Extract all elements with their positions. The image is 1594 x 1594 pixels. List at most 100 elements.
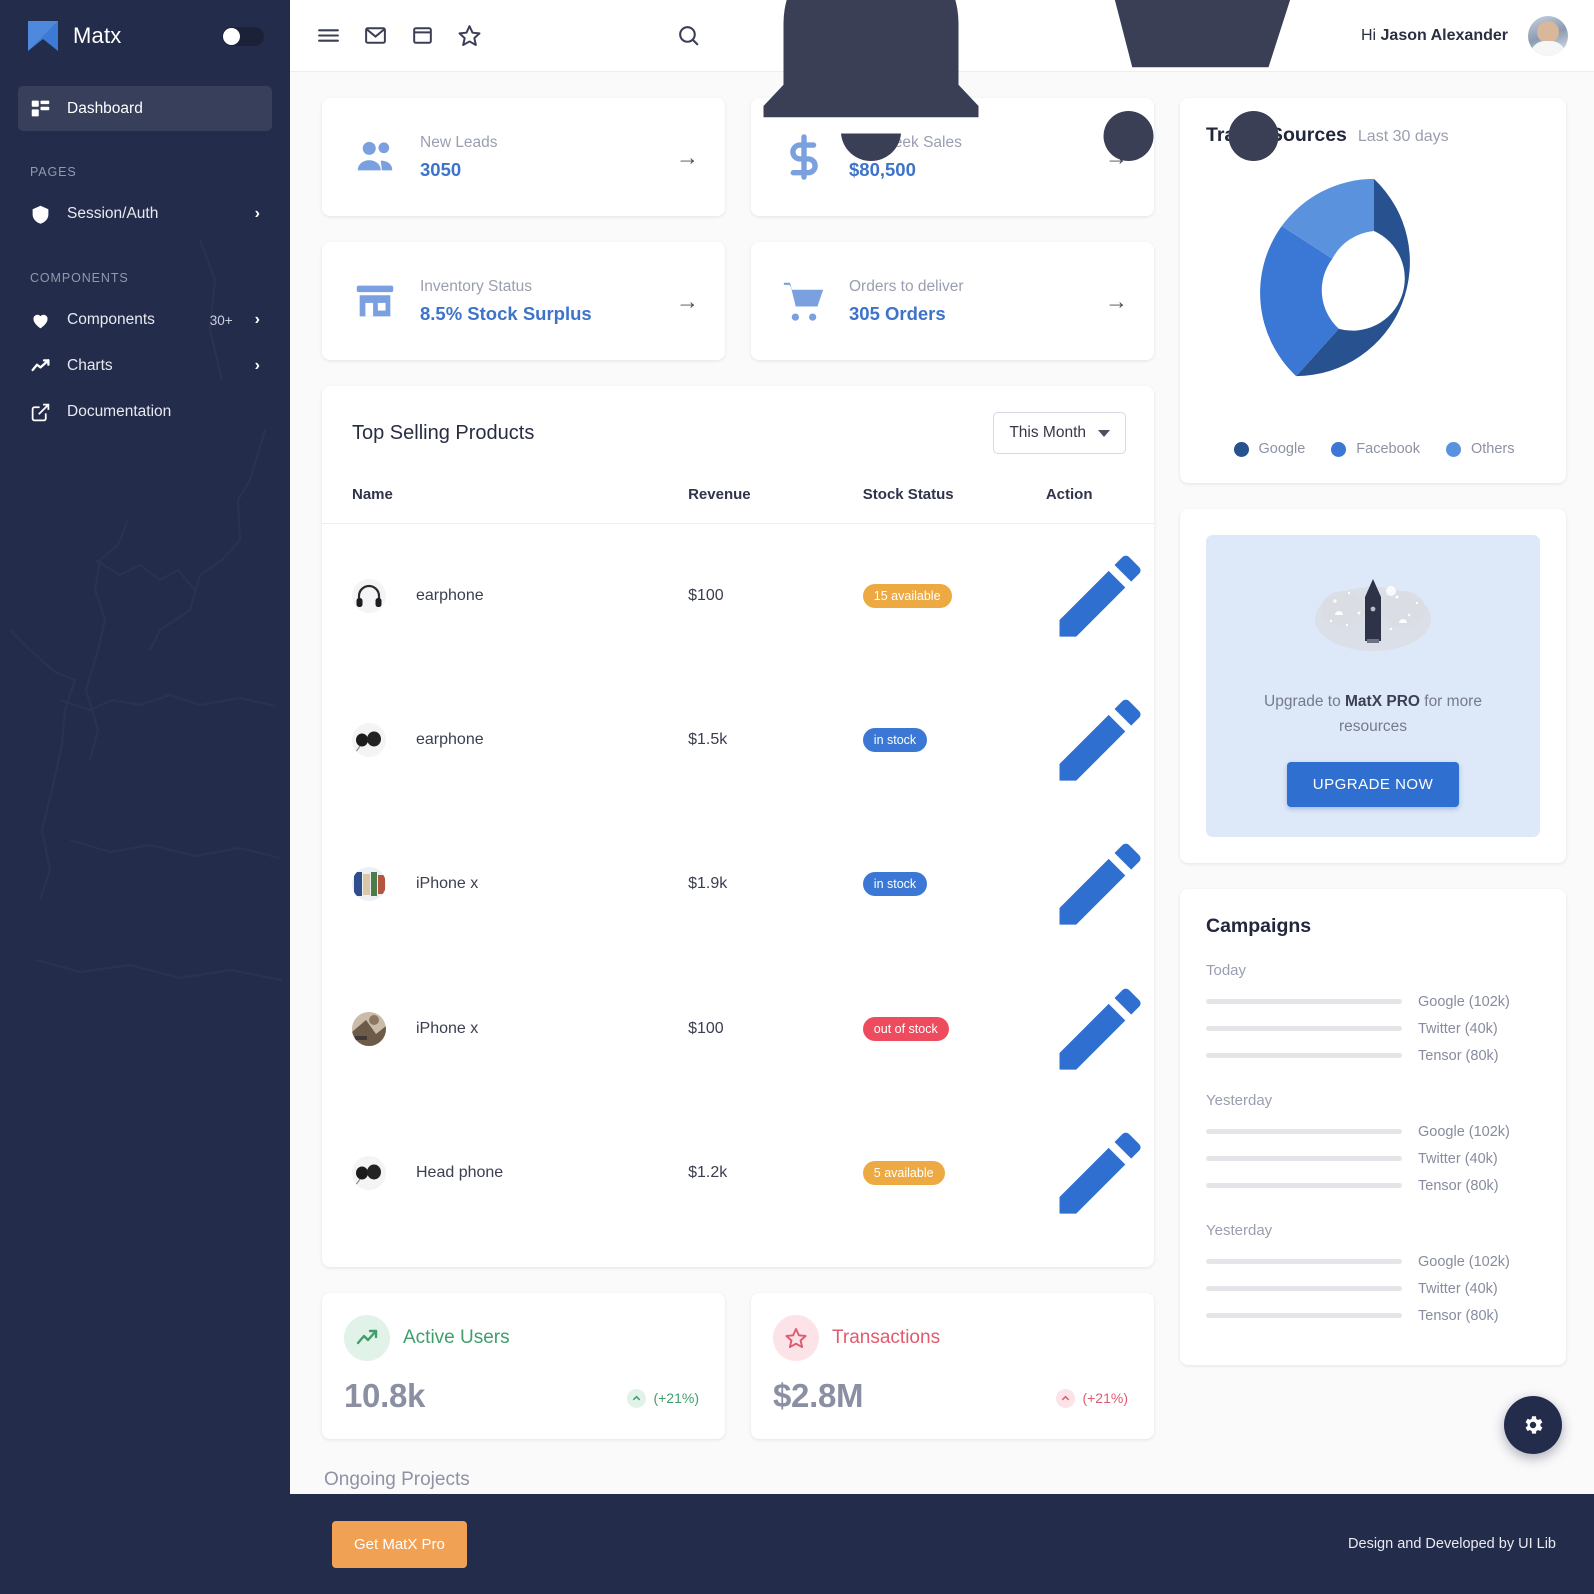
sidebar-item-documentation-label: Documentation [67, 403, 172, 420]
people-icon [352, 134, 398, 180]
column-header-revenue: Revenue [688, 486, 863, 524]
upgrade-now-button[interactable]: UPGRADE NOW [1286, 761, 1460, 807]
shopping-cart-icon [781, 278, 827, 324]
table-row: iPhone x $100 out of stock [322, 957, 1154, 1101]
mini-stats-grid: Active Users 10.8k (+21%) Transactions $… [322, 1292, 1154, 1439]
sidebar-item-documentation[interactable]: Documentation [0, 389, 290, 435]
stat-card-inventory-status[interactable]: Inventory Status 8.5% Stock Surplus → [322, 242, 725, 360]
legend-item-others: Others [1445, 441, 1514, 457]
campaign-bar-label: Twitter (40k) [1418, 1020, 1498, 1037]
status-badge: in stock [862, 872, 928, 897]
arrow-right-icon[interactable]: → [1105, 289, 1128, 313]
stat-label: New Leads [420, 133, 498, 151]
transactions-title: Transactions [832, 1326, 941, 1348]
progress-track [1206, 1286, 1402, 1292]
chevron-down-icon [1098, 429, 1110, 437]
product-name: iPhone x [416, 1019, 479, 1037]
progress-track [1206, 1129, 1402, 1135]
product-revenue: $1.5k [688, 731, 728, 749]
transactions-card: Transactions $2.8M (+21%) [751, 1292, 1154, 1439]
progress-track [1206, 1156, 1402, 1162]
edit-icon[interactable] [1046, 975, 1154, 1083]
table-row: iPhone x $1.9k in stock [322, 812, 1154, 956]
ongoing-projects-title: Ongoing Projects [324, 1468, 470, 1490]
cart-button[interactable]: 4 [1041, 0, 1341, 186]
campaign-bar-row: Twitter (40k) [1206, 1151, 1540, 1167]
campaign-bar-label: Tensor (80k) [1418, 1177, 1499, 1194]
avatar[interactable] [1528, 15, 1568, 56]
progress-track [1206, 1183, 1402, 1189]
campaign-group-label: Yesterday [1206, 1221, 1273, 1239]
edit-icon[interactable] [1046, 830, 1154, 938]
earbuds-icon [353, 1164, 381, 1187]
stat-card-orders-to-deliver[interactable]: Orders to deliver 305 Orders → [751, 242, 1154, 360]
notifications-button[interactable]: 3 [721, 0, 1021, 186]
chevron-right-icon: › [254, 205, 260, 222]
search-icon[interactable] [676, 23, 701, 48]
get-matx-pro-button[interactable]: Get MatX Pro [332, 1520, 467, 1568]
table-row: Head phone $1.2k 5 available [322, 1101, 1154, 1245]
arrow-up-icon [1056, 1388, 1076, 1408]
table-row: earphone $1.5k in stock [322, 668, 1154, 812]
edit-icon[interactable] [1046, 1119, 1154, 1227]
star-icon[interactable] [457, 23, 482, 48]
sidebar-item-charts-label: Charts [67, 357, 113, 374]
promo-text: Upgrade to MatX PRO for more resources [1232, 690, 1514, 740]
sidebar-item-components-label: Components [67, 311, 155, 328]
campaign-group-yesterday-1: Yesterday Google (102k) Twitter (40k) Te… [1206, 1092, 1540, 1194]
settings-fab-button[interactable] [1504, 1396, 1562, 1454]
brand-name: Matx [73, 23, 122, 48]
app-root: Matx Dashboard PAGES Session/Auth › COMP… [0, 0, 1594, 1594]
sidebar-item-charts[interactable]: Charts › [0, 343, 290, 389]
traffic-sources-subtitle: Last 30 days [1357, 128, 1449, 145]
active-users-value: 10.8k [344, 1376, 426, 1414]
products-title: Top Selling Products [352, 421, 535, 444]
traffic-donut-chart [1206, 169, 1542, 417]
status-badge: 15 available [862, 584, 952, 609]
footer-credit: Design and Developed by UI Lib [1348, 1536, 1556, 1552]
product-photo [352, 1011, 386, 1046]
progress-track [1206, 1259, 1402, 1265]
stat-card-new-leads[interactable]: New Leads 3050 → [322, 98, 725, 216]
campaign-bar-row: Twitter (40k) [1206, 1021, 1540, 1037]
legend-item-google: Google [1233, 441, 1305, 457]
active-users-card: Active Users 10.8k (+21%) [322, 1292, 725, 1439]
dark-mode-toggle[interactable] [222, 26, 264, 46]
product-name: earphone [416, 731, 484, 749]
status-badge: in stock [862, 728, 928, 753]
sidebar-item-components[interactable]: Components 30+ › [0, 297, 290, 343]
shield-icon [30, 204, 51, 225]
stat-value: 8.5% Stock Surplus [420, 302, 592, 324]
status-badge: 5 available [862, 1160, 945, 1185]
product-thumbnail [352, 723, 386, 758]
mail-icon[interactable] [363, 23, 388, 48]
window-icon[interactable] [410, 23, 435, 48]
user-greeting: Hi Jason Alexander [1361, 27, 1508, 45]
sidebar-item-dashboard[interactable]: Dashboard [18, 86, 272, 131]
arrow-right-icon[interactable]: → [676, 289, 699, 313]
edit-icon[interactable] [1046, 542, 1154, 650]
campaign-bar-label: Google (102k) [1418, 993, 1510, 1010]
campaign-bar-row: Twitter (40k) [1206, 1281, 1540, 1297]
product-thumbnail [352, 867, 386, 902]
sidebar-section-pages-label: PAGES [30, 165, 77, 179]
menu-icon[interactable] [316, 23, 341, 48]
campaign-bar-label: Google (102k) [1418, 1123, 1510, 1140]
product-thumbnail [352, 1155, 386, 1190]
table-header-row: Name Revenue Stock Status Action [322, 486, 1154, 524]
table-row: earphone $100 15 available [322, 524, 1154, 669]
topbar: 3 4 Hi Jason Alexander [290, 0, 1594, 161]
products-period-select[interactable]: This Month [993, 412, 1126, 454]
edit-icon[interactable] [1046, 686, 1154, 794]
arrow-right-icon[interactable]: → [676, 145, 699, 169]
column-header-stock: Stock Status [862, 486, 1046, 524]
rocket-icon [1305, 579, 1441, 665]
earbuds-icon [353, 731, 381, 754]
promo-text-bold: MatX PRO [1345, 693, 1420, 710]
sidebar-brand: Matx [0, 0, 290, 72]
star-icon [773, 1314, 819, 1361]
sidebar-item-session-auth[interactable]: Session/Auth › [0, 191, 290, 237]
sidebar: Matx Dashboard PAGES Session/Auth › COMP… [0, 0, 290, 1594]
campaigns-title: Campaigns [1206, 914, 1312, 937]
campaign-group-label: Today [1206, 961, 1247, 979]
